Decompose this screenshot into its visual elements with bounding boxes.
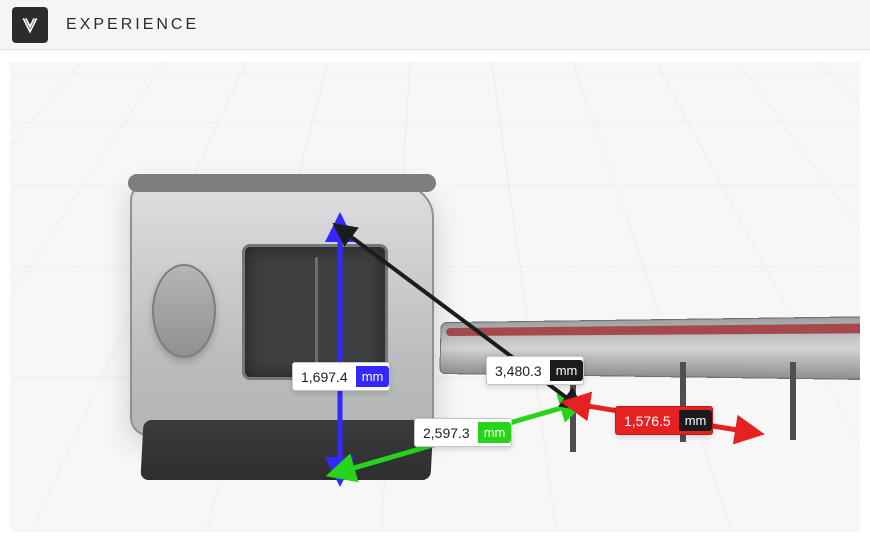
measurement-width-unit: mm: [679, 410, 713, 431]
measurement-diagonal-unit: mm: [550, 360, 584, 381]
machine-side-panel: [152, 264, 216, 358]
measurement-diagonal-label[interactable]: 3,480.3 mm: [486, 356, 584, 385]
measurement-diagonal-value: 3,480.3: [495, 363, 542, 379]
3d-viewport[interactable]: 1,697.4 mm 3,480.3 mm 2,597.3 mm 1,576.5…: [10, 62, 860, 532]
machine-door: [242, 244, 388, 380]
page-title: EXPERIENCE: [66, 16, 199, 34]
measurement-height-value: 1,697.4: [301, 369, 348, 385]
measurement-height-unit: mm: [356, 366, 390, 387]
measurement-depth-label[interactable]: 2,597.3 mm: [414, 418, 512, 447]
measurement-width-value: 1,576.5: [624, 413, 671, 429]
cnc-machine: [130, 182, 434, 436]
measurement-width-label[interactable]: 1,576.5 mm: [615, 406, 713, 435]
brand-logo-icon[interactable]: [12, 7, 48, 43]
measurement-depth-value: 2,597.3: [423, 425, 470, 441]
measurement-height-label[interactable]: 1,697.4 mm: [292, 362, 390, 391]
app-header: EXPERIENCE: [0, 0, 870, 50]
measurement-depth-unit: mm: [478, 422, 512, 443]
